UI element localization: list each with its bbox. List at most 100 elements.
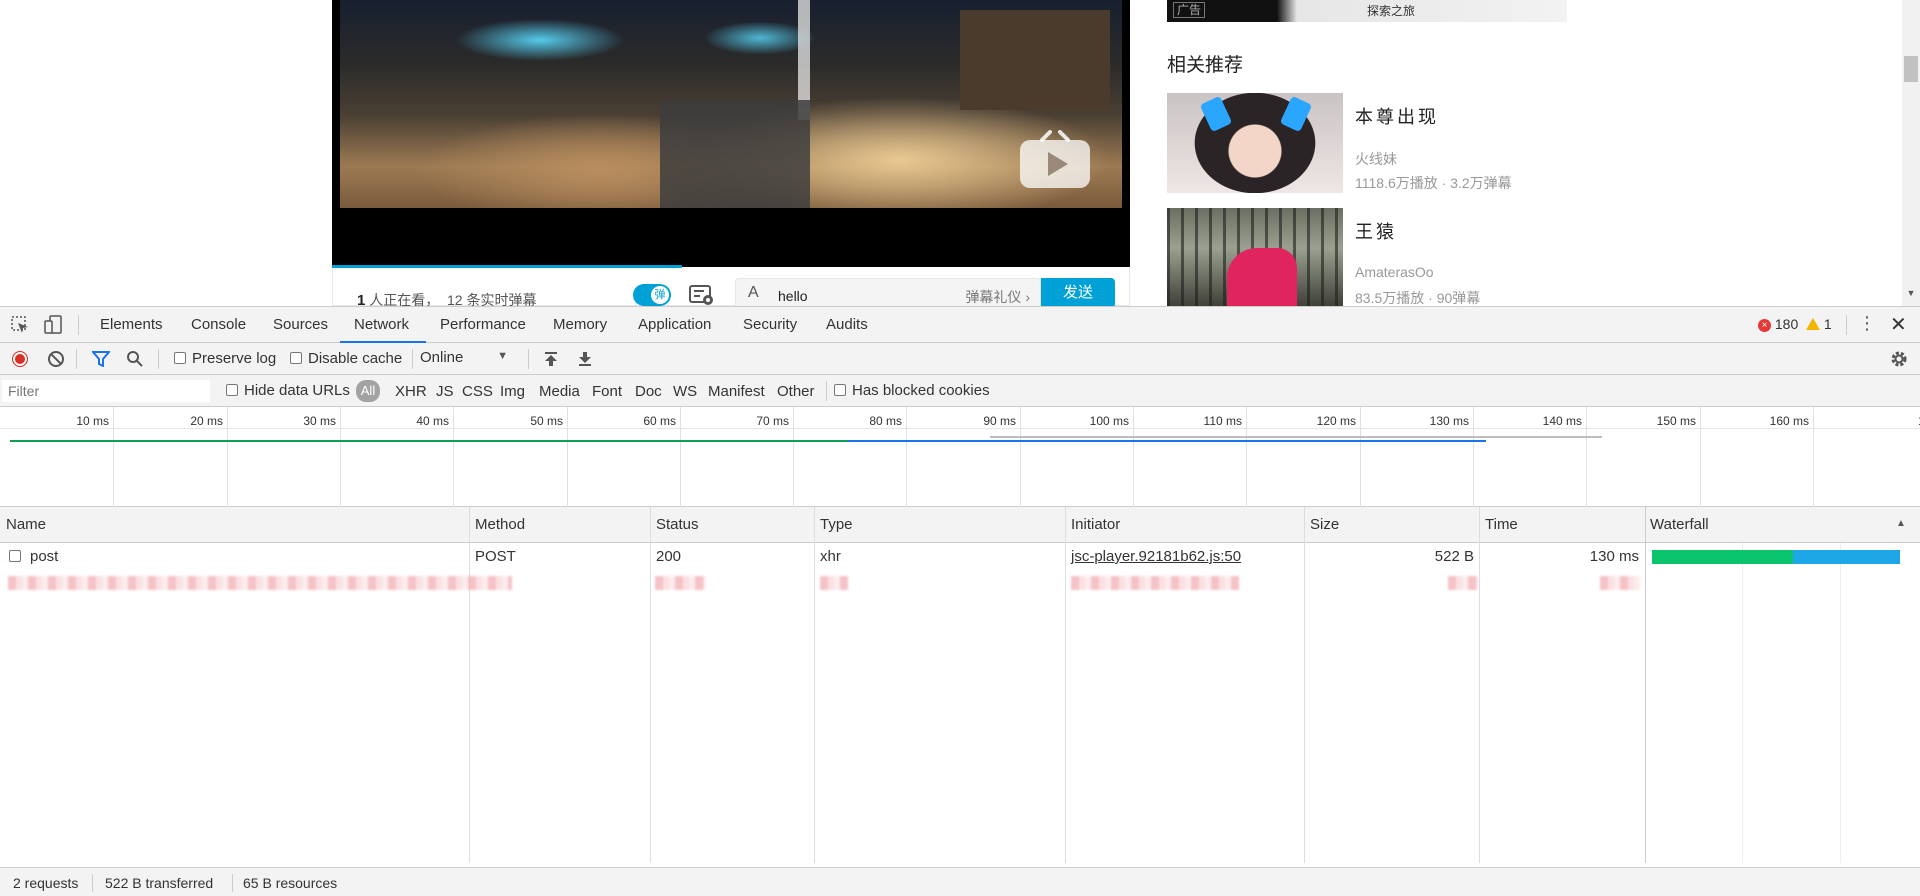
- type-filter-other[interactable]: Other: [777, 383, 815, 400]
- video-thumbnail[interactable]: [1167, 208, 1343, 306]
- more-options-icon[interactable]: ⋮: [1858, 313, 1876, 334]
- request-table: Name Method Status Type Initiator Size T…: [0, 507, 1920, 863]
- column-type[interactable]: Type: [820, 516, 853, 533]
- waterfall-waiting-bar: [1652, 550, 1793, 564]
- filter-icon[interactable]: [92, 351, 110, 367]
- device-toolbar-icon[interactable]: [44, 315, 64, 335]
- tab-sources[interactable]: Sources: [273, 316, 328, 333]
- sort-ascending-icon[interactable]: ▲: [1896, 518, 1906, 529]
- overview-tick-label: 80 ms: [869, 414, 902, 428]
- column-size[interactable]: Size: [1310, 516, 1339, 533]
- video-frame[interactable]: [340, 0, 1122, 208]
- redacted-type: [820, 576, 848, 590]
- video-thumbnail[interactable]: [1167, 93, 1343, 193]
- scroll-down-arrow-icon[interactable]: ▼: [1904, 288, 1918, 302]
- close-devtools-icon[interactable]: ✕: [1890, 312, 1907, 337]
- redacted-time: [1600, 576, 1640, 590]
- has-blocked-cookies-checkbox[interactable]: Has blocked cookies: [834, 382, 990, 399]
- initiator-link[interactable]: jsc-player.92181b62.js:50: [1071, 548, 1241, 565]
- type-filter-media[interactable]: Media: [539, 383, 580, 400]
- danmaku-settings-icon[interactable]: [689, 284, 715, 306]
- tab-performance[interactable]: Performance: [440, 316, 526, 333]
- table-row-redacted[interactable]: [0, 569, 1920, 595]
- overview-gridline: [906, 407, 907, 507]
- danmaku-etiquette-link[interactable]: 弹幕礼仪 ›: [965, 287, 1030, 306]
- error-warning-counter[interactable]: × 180 1: [1758, 316, 1832, 332]
- tab-application[interactable]: Application: [638, 316, 711, 333]
- hide-data-urls-checkbox[interactable]: Hide data URLs: [226, 382, 350, 399]
- inspect-element-icon[interactable]: [10, 315, 30, 335]
- overview-gridline: [113, 407, 114, 507]
- overview-tick-label: 130 ms: [1429, 414, 1469, 428]
- column-waterfall[interactable]: Waterfall: [1650, 516, 1709, 533]
- overview-gridline: [1360, 407, 1361, 507]
- viewer-count-text: 1 人正在看， 12 条实时弹幕: [357, 292, 537, 306]
- web-page: 1 人正在看， 12 条实时弹幕 弹 A hello 弹幕礼仪 › 发送 广告 …: [0, 0, 1920, 306]
- page-scrollbar[interactable]: [1902, 0, 1920, 306]
- table-row[interactable]: post POST 200 xhr jsc-player.92181b62.js…: [0, 543, 1920, 569]
- video-player[interactable]: [332, 0, 1130, 268]
- type-filter-doc[interactable]: Doc: [635, 383, 662, 400]
- column-time[interactable]: Time: [1485, 516, 1518, 533]
- redacted-initiator: [1071, 576, 1239, 590]
- danmaku-input[interactable]: A hello 弹幕礼仪 ›: [735, 278, 1041, 306]
- overview-gridline: [227, 407, 228, 507]
- column-status[interactable]: Status: [656, 516, 699, 533]
- type-filter-js[interactable]: JS: [436, 383, 454, 400]
- send-danmaku-button[interactable]: 发送: [1041, 278, 1115, 306]
- column-initiator[interactable]: Initiator: [1071, 516, 1120, 533]
- overview-tick-label: 160 ms: [1769, 414, 1809, 428]
- overview-tick-label: 90 ms: [983, 414, 1016, 428]
- overview-tick-label: 140 ms: [1542, 414, 1582, 428]
- tab-console[interactable]: Console: [191, 316, 246, 333]
- overview-gridline: [1133, 407, 1134, 507]
- network-overview-timeline[interactable]: 10 ms 20 ms 30 ms 40 ms 50 ms 60 ms 70 ms 80 ms…: [0, 407, 1920, 507]
- filter-input[interactable]: [2, 380, 210, 402]
- type-filter-manifest[interactable]: Manifest: [708, 383, 765, 400]
- overview-tick-label: 120 ms: [1316, 414, 1356, 428]
- overview-gridline: [340, 407, 341, 507]
- type-filter-xhr[interactable]: XHR: [395, 383, 427, 400]
- status-bar: 2 requests 522 B transferred 65 B resour…: [0, 867, 1920, 896]
- related-video-item[interactable]: 王猿 AmaterasOo 83.5万播放 · 90弹幕: [1167, 208, 1587, 306]
- overview-tick-label: 60 ms: [643, 414, 676, 428]
- search-icon[interactable]: [126, 350, 144, 368]
- overview-tick-label: 40 ms: [416, 414, 449, 428]
- type-filter-font[interactable]: Font: [592, 383, 622, 400]
- tab-audits[interactable]: Audits: [826, 316, 868, 333]
- overview-tick-label: 100 ms: [1089, 414, 1129, 428]
- tab-network[interactable]: Network: [354, 316, 409, 333]
- record-button[interactable]: [12, 351, 28, 367]
- font-style-icon[interactable]: A: [748, 284, 759, 302]
- related-video-item[interactable]: 本尊出现 火线妹 1118.6万播放 · 3.2万弹幕: [1167, 93, 1587, 193]
- type-filter-img[interactable]: Img: [500, 383, 525, 400]
- export-har-icon[interactable]: [578, 351, 592, 367]
- settings-gear-icon[interactable]: [1890, 350, 1908, 368]
- preserve-log-checkbox[interactable]: Preserve log: [174, 350, 276, 367]
- danmaku-toggle[interactable]: 弹: [633, 284, 671, 306]
- disable-cache-checkbox[interactable]: Disable cache: [290, 350, 402, 367]
- column-name[interactable]: Name: [6, 516, 46, 533]
- tab-memory[interactable]: Memory: [553, 316, 607, 333]
- overview-tick-label: 150 ms: [1656, 414, 1696, 428]
- overview-gridline: [1813, 407, 1814, 507]
- clear-icon[interactable]: [48, 351, 64, 367]
- redacted-status: [655, 576, 705, 590]
- redacted-name: [8, 576, 512, 590]
- throttling-select[interactable]: Online ▼: [420, 349, 510, 369]
- ad-banner[interactable]: 广告 探索之旅: [1167, 0, 1567, 22]
- type-filter-all[interactable]: All: [356, 380, 380, 402]
- overview-tick-label: 70 ms: [756, 414, 789, 428]
- overview-tick-label: 50 ms: [530, 414, 563, 428]
- overview-download-bar: [848, 440, 1486, 442]
- import-har-icon[interactable]: [544, 351, 558, 367]
- overview-tick-label: 30 ms: [303, 414, 336, 428]
- type-filter-css[interactable]: CSS: [462, 383, 493, 400]
- overview-tick-label: 110 ms: [1203, 414, 1242, 428]
- column-method[interactable]: Method: [475, 516, 525, 533]
- overview-selection-bar: [990, 436, 1602, 438]
- tab-security[interactable]: Security: [743, 316, 797, 333]
- tab-elements[interactable]: Elements: [100, 316, 163, 333]
- type-filter-ws[interactable]: WS: [673, 383, 697, 400]
- scrollbar-thumb[interactable]: [1904, 56, 1918, 82]
